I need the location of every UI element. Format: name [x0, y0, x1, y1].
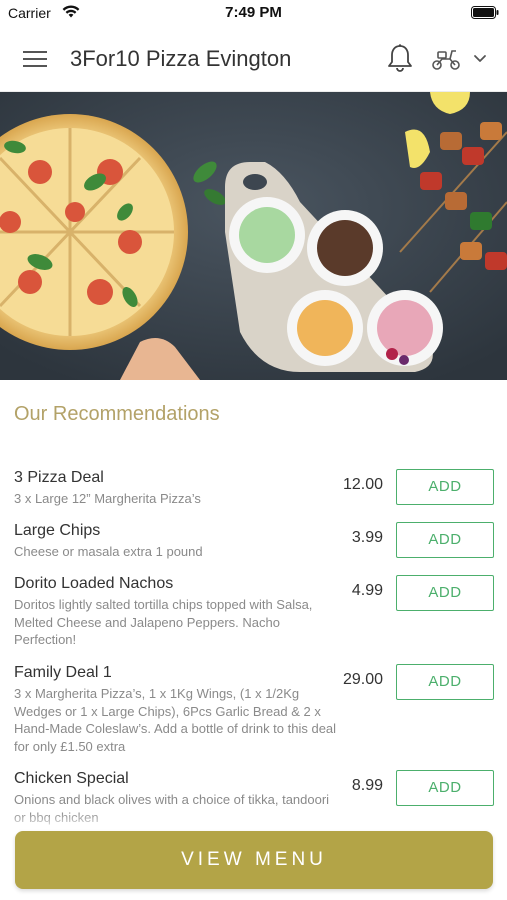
- item-price: 8.99: [351, 777, 383, 794]
- add-button[interactable]: ADD: [396, 469, 494, 505]
- item-name: 3 Pizza Deal: [14, 469, 104, 486]
- item-price: 29.00: [342, 671, 383, 688]
- item-name: Large Chips: [14, 522, 101, 539]
- item-price: 4.99: [351, 582, 383, 599]
- hamburger-menu-icon[interactable]: [22, 48, 48, 70]
- battery-icon: [471, 6, 499, 24]
- add-button[interactable]: ADD: [396, 522, 494, 558]
- add-button[interactable]: ADD: [396, 664, 494, 700]
- item-description: Cheese or masala extra 1 pound: [14, 544, 203, 559]
- scooter-icon[interactable]: [430, 46, 462, 72]
- view-menu-button[interactable]: VIEW MENU: [15, 831, 493, 889]
- item-price: 12.00: [342, 476, 383, 493]
- item-description: Doritos lightly salted tortilla chips to…: [14, 597, 313, 647]
- item-name: Chicken Special: [14, 770, 129, 787]
- item-name: Dorito Loaded Nachos: [14, 575, 174, 592]
- bell-icon[interactable]: [386, 43, 414, 73]
- add-button[interactable]: ADD: [396, 770, 494, 806]
- status-time: 7:49 PM: [225, 4, 282, 21]
- chevron-down-icon[interactable]: [472, 52, 488, 66]
- section-title: Our Recommendations: [14, 403, 220, 425]
- page-title: 3For10 Pizza Evington: [70, 46, 292, 71]
- item-description: 3 x Large 12” Margherita Pizza’s: [14, 491, 201, 506]
- app-header: 3For10 Pizza Evington: [0, 26, 507, 92]
- add-button[interactable]: ADD: [396, 575, 494, 611]
- item-price: 3.99: [351, 529, 383, 546]
- item-name: Family Deal 1: [14, 664, 112, 681]
- hero-banner-image: [0, 92, 507, 380]
- item-description: 3 x Margherita Pizza’s, 1 x 1Kg Wings, (…: [14, 686, 337, 754]
- status-bar: Carrier 7:49 PM: [0, 0, 507, 26]
